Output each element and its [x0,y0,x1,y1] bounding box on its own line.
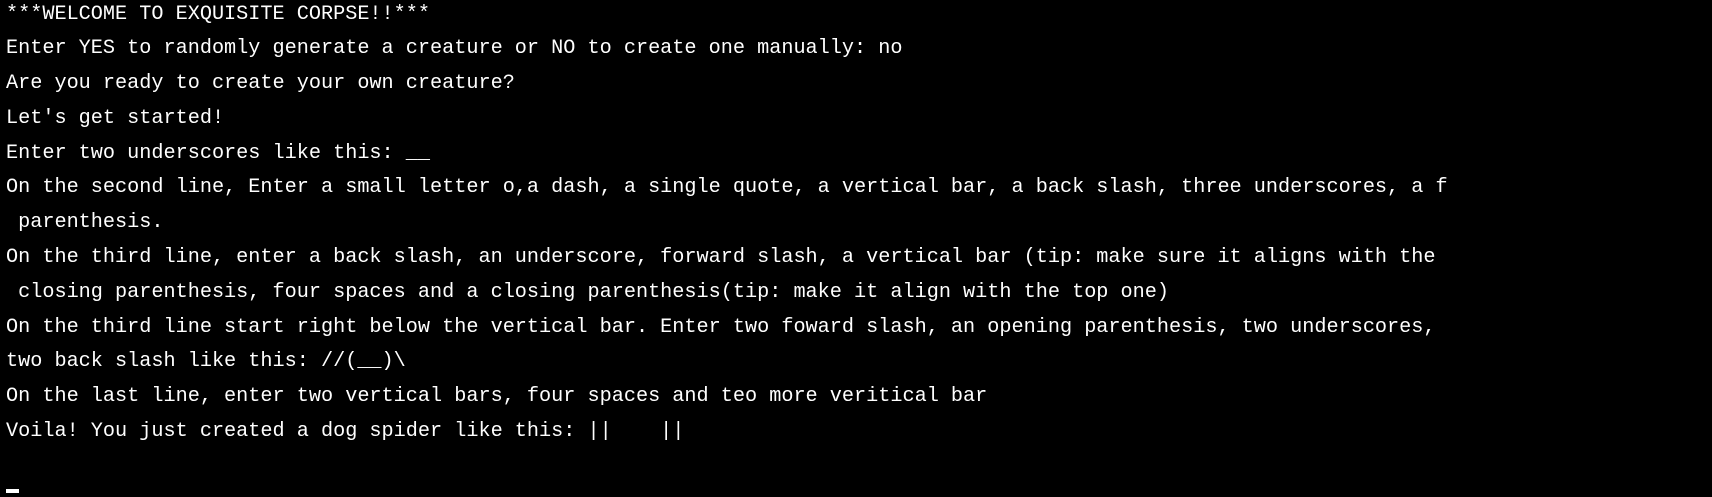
terminal-line: On the third line start right below the … [6,316,1436,339]
terminal-line: Let's get started! [6,107,225,130]
terminal-line: On the second line, Enter a small letter… [6,176,1448,199]
terminal-line: closing parenthesis, four spaces and a c… [6,281,1169,304]
terminal-line: two back slash like this: //(__)\ [6,350,406,373]
terminal-line: Voila! You just created a dog spider lik… [6,420,685,443]
terminal-line: On the third line, enter a back slash, a… [6,246,1436,269]
terminal-window[interactable]: ***WELCOME TO EXQUISITE CORPSE!!*** Ente… [0,0,1712,497]
terminal-line: Are you ready to create your own creatur… [6,72,515,95]
terminal-line: ***WELCOME TO EXQUISITE CORPSE!!*** [6,3,431,26]
text-cursor [6,489,19,493]
terminal-line: parenthesis. [6,211,164,234]
terminal-line: Enter two underscores like this: __ [6,142,431,165]
terminal-line: On the last line, enter two vertical bar… [6,385,988,408]
terminal-line: Enter YES to randomly generate a creatur… [6,37,903,60]
